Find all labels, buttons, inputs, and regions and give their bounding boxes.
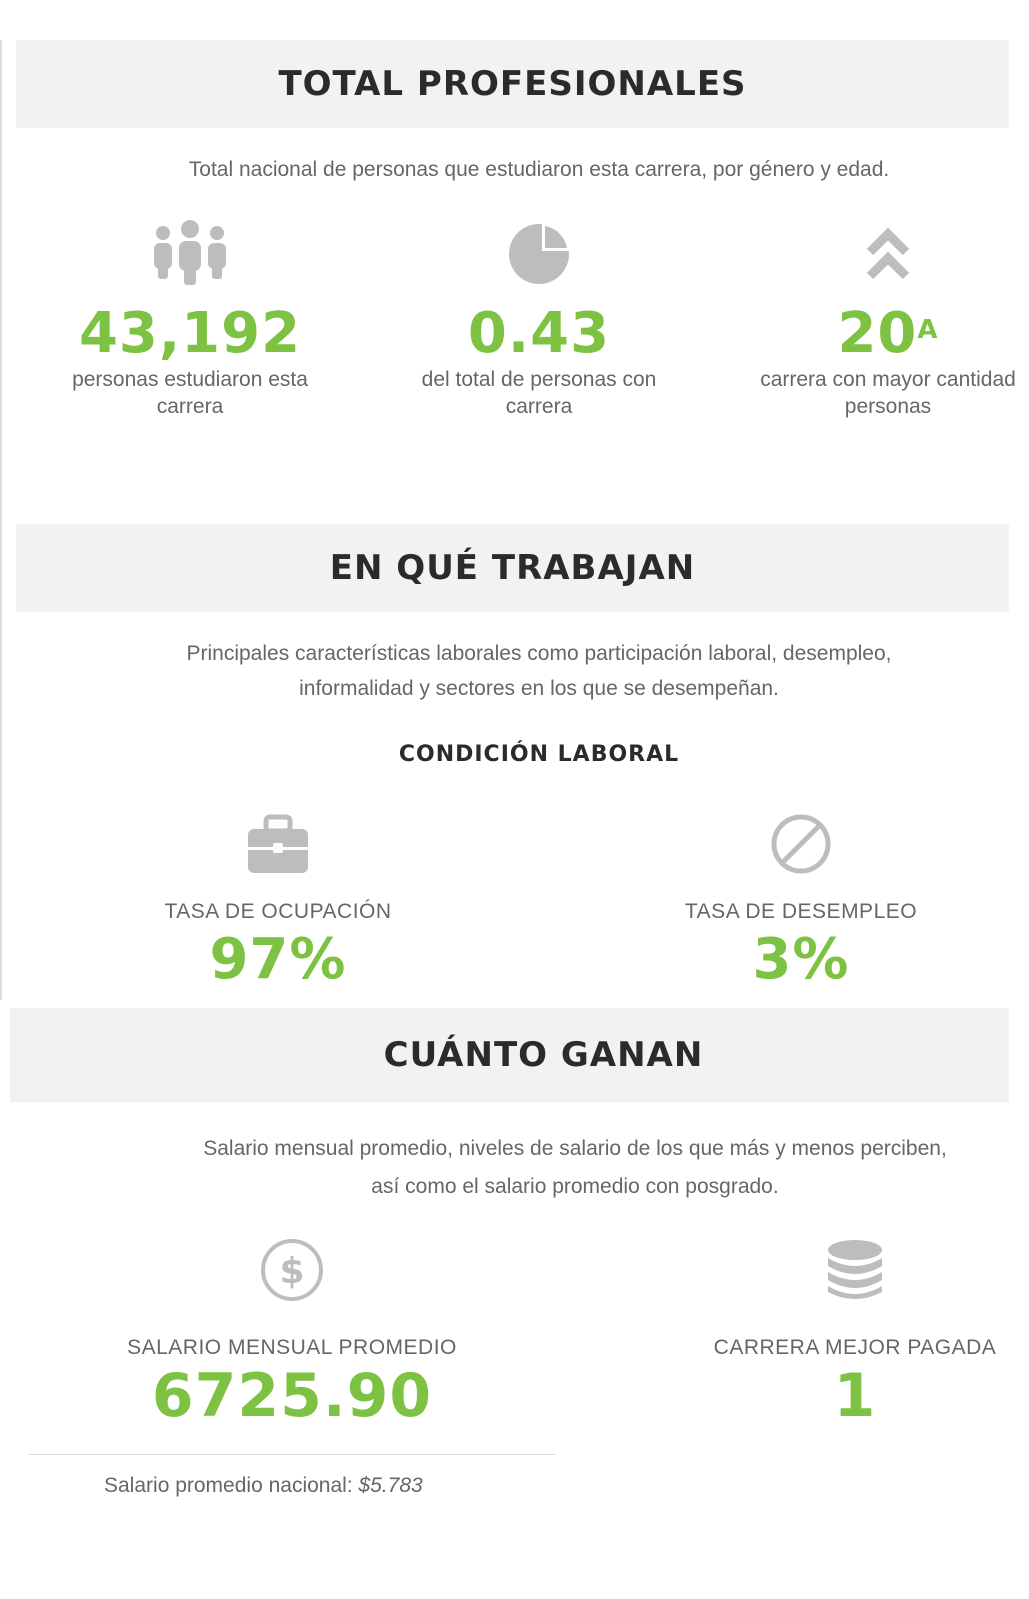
dollar-coin-icon: $ bbox=[112, 1234, 472, 1306]
stat-desc-line1: personas estudiaron esta bbox=[72, 368, 308, 391]
note-label: Salario promedio nacional: bbox=[104, 1474, 359, 1497]
stat-value: 43,192 bbox=[78, 301, 302, 366]
stat-desc-line2: personas bbox=[844, 395, 932, 418]
stat-value: 0.43 bbox=[467, 301, 611, 366]
section-header-earn: CUÁNTO GANAN bbox=[10, 1008, 1009, 1102]
stat-best-paid: CARRERA MEJOR PAGADA 1 bbox=[700, 1234, 1010, 1428]
stat-average-salary: $ SALARIO MENSUAL PROMEDIO 6725.90 bbox=[112, 1234, 472, 1428]
subsection-title: CONDICIÓN LABORAL bbox=[398, 742, 680, 767]
double-chevron-up-icon bbox=[728, 218, 1029, 290]
stat-value: 3% bbox=[752, 927, 850, 992]
section-intro: Salario mensual promedio, niveles de sal… bbox=[62, 1130, 1029, 1206]
people-icon bbox=[40, 218, 340, 290]
section-intro: Principales características laborales co… bbox=[16, 636, 1029, 706]
rank-superscript: A bbox=[917, 315, 939, 345]
stat-value: 97% bbox=[209, 927, 347, 992]
coin-stack-icon bbox=[700, 1234, 1010, 1306]
section-intro: Total nacional de personas que estudiaro… bbox=[188, 158, 890, 181]
section-title: EN QUÉ TRABAJAN bbox=[329, 548, 696, 588]
stat-label: CARRERA MEJOR PAGADA bbox=[713, 1336, 997, 1359]
stat-value: 1 bbox=[833, 1361, 877, 1431]
rank-number: 20 bbox=[837, 301, 918, 366]
stat-rank: 20A carrera con mayor cantidad personas bbox=[728, 218, 1029, 420]
intro-line2: así como el salario promedio con posgrad… bbox=[371, 1175, 779, 1198]
intro-line2: informalidad y sectores en los que se de… bbox=[299, 677, 779, 700]
section-header-total: TOTAL PROFESIONALES bbox=[16, 40, 1009, 128]
stat-label: SALARIO MENSUAL PROMEDIO bbox=[127, 1336, 457, 1359]
stat-desc-line1: carrera con mayor cantidad bbox=[760, 368, 1016, 391]
svg-text:$: $ bbox=[279, 1251, 304, 1292]
intro-line1: Principales características laborales co… bbox=[186, 642, 892, 665]
stat-total-people: 43,192 personas estudiaron esta carrera bbox=[40, 218, 340, 420]
stat-desc-line2: carrera bbox=[505, 395, 573, 418]
stat-label: TASA DE DESEMPLEO bbox=[684, 900, 918, 923]
pie-chart-icon bbox=[389, 218, 689, 290]
stat-value: 6725.90 bbox=[151, 1361, 433, 1431]
briefcase-icon bbox=[128, 808, 428, 880]
stat-value: 20A bbox=[728, 302, 1029, 366]
left-border bbox=[0, 40, 2, 1000]
national-salary-note: Salario promedio nacional: $5.783 bbox=[104, 1474, 423, 1498]
section-title: TOTAL PROFESIONALES bbox=[278, 64, 747, 104]
section-title: CUÁNTO GANAN bbox=[383, 1035, 704, 1075]
divider bbox=[28, 1454, 556, 1455]
stat-unemployment: TASA DE DESEMPLEO 3% bbox=[651, 808, 951, 992]
prohibited-icon bbox=[651, 808, 951, 880]
section-header-work: EN QUÉ TRABAJAN bbox=[16, 524, 1009, 612]
stat-label: TASA DE OCUPACIÓN bbox=[164, 900, 392, 923]
stat-share: 0.43 del total de personas con carrera bbox=[389, 218, 689, 420]
stat-occupation: TASA DE OCUPACIÓN 97% bbox=[128, 808, 428, 992]
intro-line1: Salario mensual promedio, niveles de sal… bbox=[203, 1137, 947, 1160]
stat-desc-line2: carrera bbox=[156, 395, 224, 418]
note-value: $5.783 bbox=[358, 1474, 423, 1497]
stat-desc-line1: del total de personas con bbox=[421, 368, 657, 391]
